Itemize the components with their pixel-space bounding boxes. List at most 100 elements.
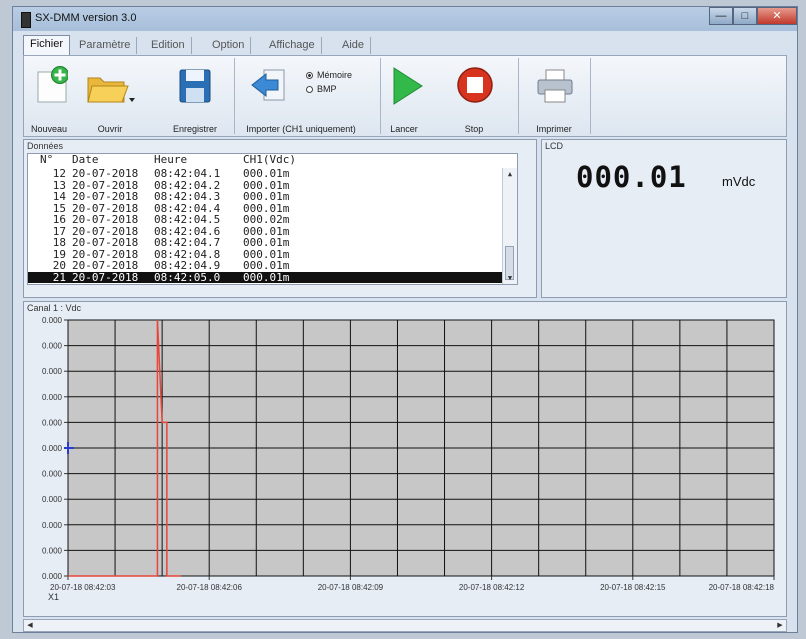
close-button[interactable]: ✕ bbox=[757, 7, 797, 25]
row-number: 12 bbox=[52, 167, 66, 180]
row-value: 000.02m bbox=[243, 213, 290, 226]
table-row[interactable]: 15 20-07-2018 08:42:04.4 000.01m bbox=[28, 203, 508, 214]
scroll-left-arrow[interactable]: ◀ bbox=[24, 620, 36, 631]
stop-button[interactable]: Stop bbox=[452, 62, 496, 138]
row-value: 000.01m bbox=[243, 236, 290, 249]
table-row[interactable]: 13 20-07-2018 08:42:04.2 000.01m bbox=[28, 180, 508, 191]
row-number: 18 bbox=[52, 236, 66, 249]
bmp-radio[interactable]: BMP bbox=[306, 84, 337, 94]
bmp-label: BMP bbox=[317, 84, 337, 94]
row-value: 000.01m bbox=[243, 224, 290, 238]
row-time: 08:42:04.5 bbox=[154, 213, 221, 226]
new-document-icon bbox=[37, 66, 68, 103]
y-tick-label: 0.000 bbox=[42, 316, 63, 325]
row-number: 14 bbox=[52, 190, 66, 203]
y-tick-label: 0.000 bbox=[42, 342, 63, 351]
play-icon bbox=[393, 67, 423, 105]
x-tick-label: 20-07-18 08:42:06 bbox=[177, 583, 243, 592]
app-window: SX-DMM version 3.0 — □ ✕ Fichier Paramèt… bbox=[12, 6, 798, 633]
importer-label: Importer (CH1 uniquement) bbox=[246, 124, 356, 134]
tab-edition[interactable]: Edition bbox=[145, 37, 192, 54]
row-date: 20-07-2018 bbox=[72, 236, 139, 249]
row-time: 08:42:04.3 bbox=[154, 190, 221, 203]
row-date: 20-07-2018 bbox=[72, 224, 139, 238]
minimize-button[interactable]: — bbox=[709, 7, 733, 25]
y-tick-label: 0.000 bbox=[42, 367, 63, 376]
memoire-label: Mémoire bbox=[317, 70, 353, 80]
table-row[interactable]: 16 20-07-2018 08:42:04.5 000.02m bbox=[28, 214, 508, 225]
row-time: 08:42:04.9 bbox=[154, 259, 221, 272]
table-row[interactable]: 12 20-07-2018 08:42:04.1 000.01m bbox=[28, 168, 508, 179]
x-axis-name: X1 bbox=[48, 592, 59, 602]
folder-open-icon bbox=[87, 77, 135, 103]
row-value: 000.01m bbox=[243, 247, 290, 261]
lcd-unit: mVdc bbox=[722, 174, 756, 189]
row-value: 000.01m bbox=[243, 190, 290, 203]
nouveau-button[interactable]: Nouveau bbox=[28, 62, 70, 138]
x-tick-label: 20-07-18 08:42:03 bbox=[50, 583, 116, 592]
row-value: 000.01m bbox=[243, 270, 290, 284]
table-row[interactable]: 19 20-07-2018 08:42:04.8 000.01m bbox=[28, 249, 508, 260]
row-number: 17 bbox=[52, 224, 66, 238]
row-time: 08:42:04.4 bbox=[154, 201, 221, 215]
row-number: 15 bbox=[52, 201, 66, 215]
maximize-button[interactable]: □ bbox=[733, 7, 757, 25]
imprimer-label: Imprimer bbox=[536, 124, 572, 134]
memoire-radio[interactable]: Mémoire bbox=[306, 70, 352, 80]
y-tick-label: 0.000 bbox=[42, 470, 63, 479]
line-chart: 0.000 0.000 0.000 0.000 0.000 0.000 0.000 0.000… bbox=[42, 316, 775, 602]
scroll-right-arrow[interactable]: ▶ bbox=[774, 620, 786, 631]
y-tick-label: 0.000 bbox=[42, 521, 63, 530]
printer-icon bbox=[537, 69, 573, 103]
toolbar-separator bbox=[234, 58, 235, 134]
chart-title: Canal 1 : Vdc bbox=[27, 303, 82, 313]
ouvrir-button[interactable]: Ouvrir bbox=[80, 62, 140, 138]
enregistrer-button[interactable]: Enregistrer bbox=[170, 62, 220, 138]
table-row[interactable]: 20 20-07-2018 08:42:04.9 000.01m bbox=[28, 260, 508, 271]
row-number: 19 bbox=[52, 247, 66, 261]
title-bar: SX-DMM version 3.0 — □ ✕ bbox=[13, 7, 797, 31]
row-value: 000.01m bbox=[243, 259, 290, 272]
imprimer-button[interactable]: Imprimer bbox=[528, 62, 580, 138]
bmp-radio-dot bbox=[306, 86, 313, 94]
y-tick-label: 0.000 bbox=[42, 393, 63, 402]
tab-option[interactable]: Option bbox=[206, 37, 252, 54]
table-row[interactable]: 17 20-07-2018 08:42:04.6 000.01m bbox=[28, 226, 508, 237]
ouvrir-label: Ouvrir bbox=[97, 124, 123, 134]
row-date: 20-07-2018 bbox=[72, 259, 139, 272]
row-date: 20-07-2018 bbox=[72, 213, 139, 226]
row-time: 08:42:04.2 bbox=[154, 178, 221, 192]
table-scrollbar[interactable]: ▲ ▼ bbox=[502, 168, 517, 284]
tab-affichage[interactable]: Affichage bbox=[263, 37, 322, 54]
chart-panel: Canal 1 : Vdc 0.000 0.000 0.000 0.000 0.000 0… bbox=[23, 301, 787, 617]
y-tick-label: 0.000 bbox=[42, 418, 63, 427]
row-value: 000.01m bbox=[243, 178, 290, 192]
row-time: 08:42:05.0 bbox=[154, 270, 221, 284]
y-tick-label: 0.000 bbox=[42, 495, 63, 504]
x-tick-label: 20-07-18 08:42:18 bbox=[709, 583, 775, 592]
horizontal-scrollbar[interactable]: ◀ ▶ bbox=[23, 619, 787, 632]
lancer-label: Lancer bbox=[390, 124, 418, 134]
tab-aide[interactable]: Aide bbox=[336, 37, 372, 54]
header-heure: Heure bbox=[154, 153, 188, 166]
memoire-radio-dot bbox=[306, 72, 313, 80]
lcd-value: 000.01 bbox=[576, 160, 687, 194]
x-tick-label: 20-07-18 08:42:12 bbox=[459, 583, 525, 592]
table-row[interactable]: 18 20-07-2018 08:42:04.7 000.01m bbox=[28, 237, 508, 248]
table-row[interactable]: 14 20-07-2018 08:42:04.3 000.01m bbox=[28, 191, 508, 202]
toolbar-separator bbox=[380, 58, 381, 134]
stop-label: Stop bbox=[464, 124, 484, 134]
save-disk-icon bbox=[179, 69, 211, 103]
scroll-up-arrow[interactable]: ▲ bbox=[503, 168, 517, 180]
table-row[interactable]: 21 20-07-2018 08:42:05.0 000.01m bbox=[28, 270, 508, 284]
scroll-down-arrow[interactable]: ▼ bbox=[503, 272, 517, 284]
data-panel-title: Données bbox=[27, 141, 64, 151]
ribbon-toolbar: Nouveau Ouvrir Enregistrer Importer (CH1… bbox=[23, 55, 787, 137]
row-time: 08:42:04.8 bbox=[154, 247, 221, 261]
tab-fichier[interactable]: Fichier bbox=[23, 35, 71, 56]
toolbar-separator bbox=[590, 58, 591, 134]
row-date: 20-07-2018 bbox=[72, 247, 139, 261]
tab-parametre[interactable]: Paramètre bbox=[73, 37, 138, 54]
lancer-button[interactable]: Lancer bbox=[382, 62, 426, 138]
header-date: Date bbox=[72, 153, 99, 166]
